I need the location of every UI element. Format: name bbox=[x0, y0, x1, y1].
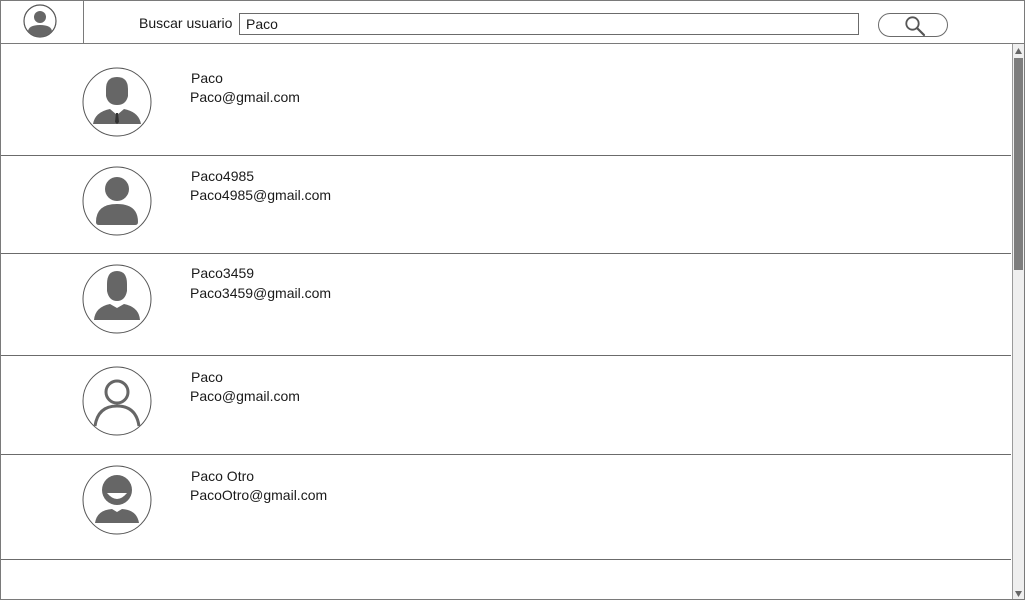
list-item[interactable]: Paco4985 Paco4985@gmail.com bbox=[1, 155, 1011, 254]
user-email: Paco@gmail.com bbox=[190, 89, 300, 105]
list-item[interactable]: Paco3459 Paco3459@gmail.com bbox=[1, 253, 1011, 356]
user-email: Paco4985@gmail.com bbox=[190, 187, 332, 203]
user-name: Paco bbox=[191, 70, 223, 86]
scroll-thumb[interactable] bbox=[1014, 58, 1023, 270]
list-item[interactable]: Paco Otro PacoOtro@gmail.com bbox=[1, 454, 1011, 560]
user-name: Paco Otro bbox=[191, 468, 255, 484]
user-name: Paco3459 bbox=[191, 265, 255, 281]
smiling-person-avatar-icon bbox=[82, 465, 152, 535]
triangle-down-icon bbox=[1015, 591, 1022, 597]
search-button[interactable] bbox=[878, 13, 948, 37]
user-name: Paco4985 bbox=[191, 168, 255, 184]
search-input[interactable] bbox=[239, 13, 859, 35]
triangle-up-icon bbox=[1015, 48, 1022, 54]
list-item[interactable]: Paco Paco@gmail.com bbox=[1, 44, 1011, 156]
top-bar: Buscar usuario bbox=[1, 1, 1024, 44]
businessman-avatar-icon bbox=[82, 67, 152, 137]
vertical-scrollbar[interactable] bbox=[1012, 44, 1024, 599]
search-icon bbox=[905, 16, 926, 37]
app-window: Buscar usuario Paco Paco@gmail.com bbox=[0, 0, 1025, 600]
user-name: Paco bbox=[191, 369, 223, 385]
outline-person-avatar-icon bbox=[82, 366, 152, 436]
profile-cell bbox=[1, 1, 84, 43]
user-email: Paco@gmail.com bbox=[190, 388, 300, 404]
user-results-list: Paco Paco@gmail.com Paco4985 Paco4985@gm… bbox=[1, 44, 1011, 599]
scroll-down-arrow[interactable] bbox=[1013, 587, 1024, 599]
man-avatar-icon bbox=[82, 264, 152, 334]
user-email: Paco3459@gmail.com bbox=[190, 285, 332, 301]
user-email: PacoOtro@gmail.com bbox=[190, 487, 328, 503]
scroll-up-arrow[interactable] bbox=[1013, 44, 1024, 56]
user-avatar-icon[interactable] bbox=[23, 4, 57, 38]
list-item[interactable]: Paco Paco@gmail.com bbox=[1, 355, 1011, 455]
person-avatar-icon bbox=[82, 166, 152, 236]
search-label: Buscar usuario bbox=[139, 15, 233, 31]
